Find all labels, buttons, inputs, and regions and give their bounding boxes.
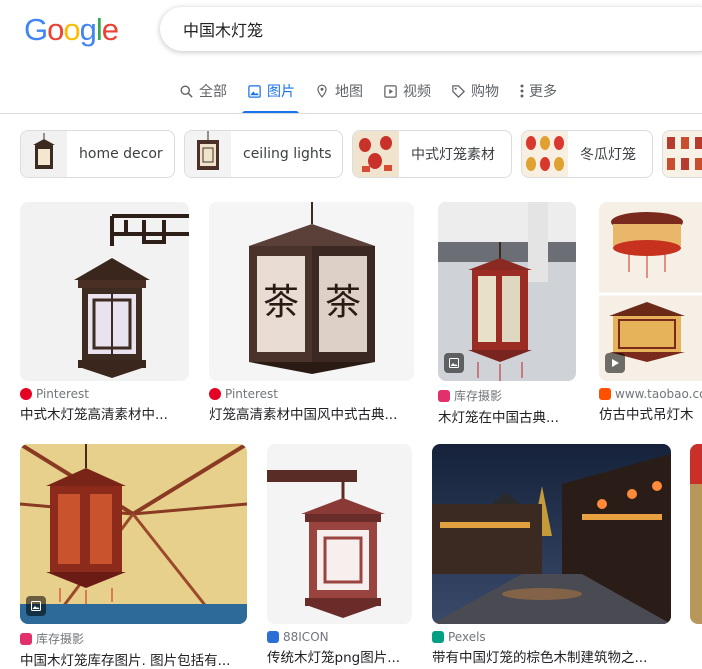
result-source: Pinterest — [209, 387, 414, 401]
result-image[interactable] — [267, 444, 412, 624]
tag-icon — [450, 83, 466, 99]
chip-more[interactable] — [662, 130, 702, 178]
chip-wintermelon-lantern[interactable]: 冬瓜灯笼 — [521, 130, 653, 178]
chip-label: home decor — [79, 146, 163, 162]
image-result[interactable]: Pinterest 中式木灯笼高清素材中... — [20, 202, 189, 423]
result-source: 库存摄影 — [20, 630, 247, 647]
svg-text:茶: 茶 — [325, 282, 361, 323]
tab-shopping[interactable]: 购物 — [450, 78, 499, 104]
image-result[interactable]: Pexels 带有中国灯笼的棕色木制建筑物之... — [432, 444, 671, 666]
chip-thumbnail — [522, 131, 568, 177]
search-box[interactable] — [160, 7, 702, 51]
tab-all[interactable]: 全部 — [178, 78, 227, 104]
chip-home-decor[interactable]: home decor — [20, 130, 175, 178]
play-icon — [382, 83, 398, 99]
tab-videos[interactable]: 视频 — [382, 78, 431, 104]
stock-photo-icon — [20, 632, 32, 645]
result-title[interactable]: 灯笼高清素材中国风中式古典... — [209, 403, 414, 423]
result-source: 库存摄影 — [438, 387, 576, 404]
pinterest-icon — [20, 388, 32, 400]
stock-photo-icon — [438, 389, 450, 402]
pexels-icon — [432, 631, 444, 643]
result-title[interactable]: 木灯笼在中国古典... — [438, 406, 576, 426]
more-vert-icon — [518, 83, 526, 99]
chip-thumbnail — [663, 131, 702, 177]
image-result[interactable]: www.taobao.co 仿古中式吊灯木 — [599, 202, 702, 423]
result-title[interactable]: 带有中国灯笼的棕色木制建筑物之... — [432, 646, 671, 666]
result-image[interactable] — [599, 202, 702, 381]
result-title[interactable]: 中式木灯笼高清素材中... — [20, 403, 189, 423]
image-result[interactable]: 库存摄影 木灯笼在中国古典... — [438, 202, 576, 426]
image-icon — [246, 83, 262, 99]
result-title[interactable]: 仿古中式吊灯木 — [599, 403, 702, 423]
chip-thumbnail — [185, 131, 231, 177]
tab-label: 更多 — [529, 84, 557, 100]
svg-text:茶: 茶 — [263, 282, 299, 323]
chip-thumbnail — [21, 131, 67, 177]
result-source: Pinterest — [20, 387, 189, 401]
tab-label: 视频 — [403, 84, 431, 100]
image-badge-icon — [444, 353, 464, 373]
chip-label: 冬瓜灯笼 — [580, 147, 636, 163]
tab-label: 图片 — [267, 84, 295, 100]
chip-chinese-lantern-material[interactable]: 中式灯笼素材 — [352, 130, 512, 178]
chip-label: 中式灯笼素材 — [411, 147, 495, 163]
result-source: www.taobao.co — [599, 387, 702, 401]
chip-label: ceiling lights — [243, 146, 332, 162]
taobao-icon — [599, 388, 611, 400]
search-input[interactable] — [181, 18, 685, 39]
tab-label: 购物 — [471, 84, 499, 100]
result-image[interactable] — [438, 202, 576, 381]
result-source: Pexels — [432, 630, 671, 644]
tab-more[interactable]: 更多 — [518, 78, 557, 104]
result-image[interactable] — [690, 444, 702, 624]
tab-images[interactable]: 图片 — [242, 78, 299, 114]
video-badge-icon — [605, 353, 625, 373]
tab-label: 地图 — [335, 84, 363, 100]
image-badge-icon — [26, 596, 46, 616]
result-source: 88ICON — [267, 630, 412, 644]
result-image[interactable]: 茶 茶 — [209, 202, 414, 381]
chip-thumbnail — [353, 131, 399, 177]
search-icon — [178, 83, 194, 99]
pinterest-icon — [209, 388, 221, 400]
image-result[interactable]: 88ICON 传统木灯笼png图片... — [267, 444, 412, 666]
88icon-icon — [267, 631, 279, 643]
result-title[interactable]: 中国木灯笼库存图片. 图片包括有... — [20, 649, 247, 669]
pin-icon — [314, 83, 330, 99]
result-image[interactable] — [20, 202, 189, 381]
chip-ceiling-lights[interactable]: ceiling lights — [184, 130, 343, 178]
related-chips: home decor ceiling lights 中式灯笼素材 冬瓜灯笼 — [20, 130, 702, 178]
image-result[interactable] — [690, 444, 702, 624]
image-result[interactable]: 库存摄影 中国木灯笼库存图片. 图片包括有... — [20, 444, 247, 669]
tab-maps[interactable]: 地图 — [314, 78, 363, 104]
google-logo[interactable]: Google — [24, 12, 119, 48]
tab-label: 全部 — [199, 84, 227, 100]
result-image[interactable] — [20, 444, 247, 624]
search-tabs: 全部 图片 地图 视频 购物 更多 — [178, 78, 576, 114]
result-title[interactable]: 传统木灯笼png图片... — [267, 646, 412, 666]
image-result[interactable]: 茶 茶 Pinterest 灯笼高清素材中国风中式古典... — [209, 202, 414, 423]
header-divider — [0, 113, 702, 114]
result-image[interactable] — [432, 444, 671, 624]
